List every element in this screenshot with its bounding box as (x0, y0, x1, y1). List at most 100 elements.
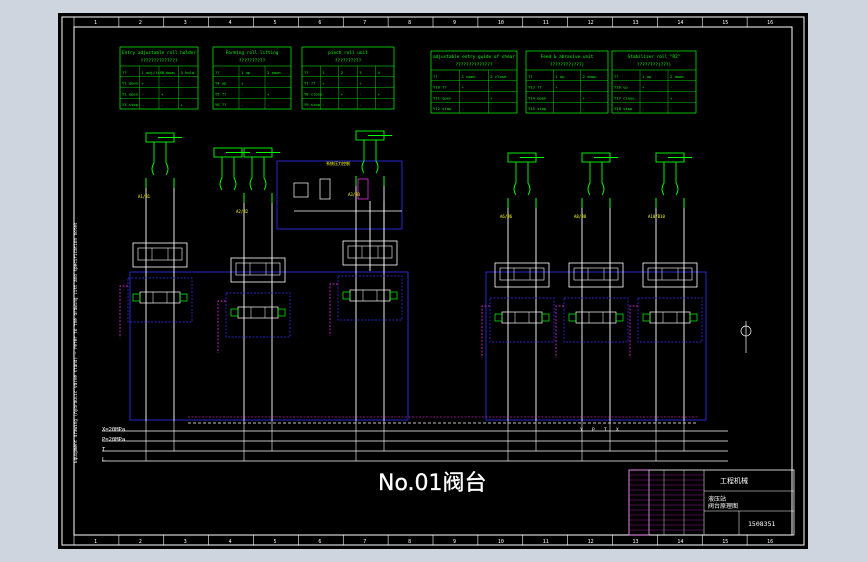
port-label: A8/B8 (574, 214, 587, 219)
north-symbol (740, 321, 752, 353)
ruler-bottom-number: 11 (543, 539, 549, 545)
pilot-box (127, 277, 193, 323)
drain-line (217, 300, 226, 353)
supply-lines: X=20MPa P=20MPa T L Y P T X (102, 416, 728, 463)
relief-valve (319, 178, 331, 200)
spec-table-cell: + (462, 85, 465, 90)
solenoid (615, 313, 624, 322)
spec-table-cell: - (490, 106, 492, 111)
spec-table-cell: Y13 ?? (528, 85, 542, 90)
valve-block (568, 262, 624, 288)
spec-table-subtitle: ?????????? (335, 58, 362, 64)
cylinder-hose (219, 157, 223, 191)
spec-table-title: pinch roll unit (328, 50, 368, 56)
spec-table-cell: 2 down (670, 74, 684, 79)
pilot-box (489, 297, 555, 343)
spec-table-cell: - (241, 91, 243, 96)
cylinder-hose (361, 140, 365, 174)
right-circuit: A8/B8 (555, 152, 629, 421)
cylinder-hose (675, 162, 679, 196)
spec-table-cell: 2 down (267, 70, 281, 75)
spec-table-cell: 2 close (490, 74, 507, 79)
valve-block (132, 242, 188, 268)
right-circuit: A6/B6 (481, 152, 555, 421)
title-block-name-1: 液压站 (708, 495, 726, 503)
spec-table-cell: + (142, 81, 145, 86)
title-block-drawing-no: 1508351 (748, 520, 775, 528)
spec-table-cell: ?? (122, 70, 127, 75)
spec-table-cell: Y7 ?? (304, 81, 315, 86)
spec-table-cell: + (670, 95, 673, 100)
spec-table-cell: - (462, 95, 464, 100)
spec-table: pinch roll unit???????????? 1 2 3 4 Y7 ?? + - + -… (301, 46, 395, 110)
cylinder-hose (661, 162, 665, 196)
spec-table-subtitle: ?????????????? (455, 62, 492, 68)
filter (293, 182, 309, 198)
spec-table-cell: 2 down (583, 74, 597, 79)
spec-table-cell: + (359, 81, 362, 86)
spec-table-cell: Y4 up (215, 81, 227, 86)
valve-spool (499, 267, 545, 281)
hydraulic-circuits: A1/B1 A2/B2 A3/B3 A6/B6 A8/B8 A10/B10 (119, 130, 703, 421)
left-valve-group-box (129, 271, 409, 421)
ruler-top-number: 12 (588, 20, 594, 26)
title-block-company: 工程机械 (720, 476, 748, 485)
spec-table-cell: - (583, 106, 585, 111)
spec-table-cell: + (583, 95, 586, 100)
spec-table-cell: ?? (614, 74, 619, 79)
spec-table-subtitle: ????????(???) (637, 62, 671, 68)
spec-table-cell: - (267, 81, 269, 86)
spec-table-cell: - (142, 102, 144, 107)
ruler-top-number: 1 (94, 20, 97, 26)
solenoid (541, 313, 550, 322)
spec-table-cell: 2 down (161, 70, 175, 75)
ruler-bottom-number: 14 (677, 539, 683, 545)
right-circuit: A10/B10 (629, 152, 703, 421)
spec-table-cell: 1 up (642, 74, 652, 79)
spec-table-title: Stabilizer roll "R2" (628, 54, 681, 60)
spec-table-cell: ?? (433, 74, 438, 79)
schematic-canvas: 1 2 3 4 5 6 7 8 9 10 11 12 13 14 15 16 1 2 3 4 5 6 7 8 9 10 11 12 1… (61, 16, 805, 546)
port-label: A6/B6 (500, 214, 513, 219)
ruler-bottom-number: 2 (139, 539, 142, 545)
port-label: A3/B3 (348, 192, 361, 197)
spec-table-cell: Y3 stop (122, 102, 139, 107)
spec-table-cell: Y1 down (122, 81, 138, 86)
ruler-bottom: 1 2 3 4 5 6 7 8 9 10 11 12 13 14 15 16 (73, 535, 773, 545)
drawing-title: No.01阀台 (378, 471, 487, 496)
valve-block (494, 262, 550, 288)
spec-table-cell: - (341, 102, 343, 107)
drawing-viewport[interactable]: 1 2 3 4 5 6 7 8 9 10 11 12 13 14 15 16 1 2 3 4 5 6 7 8 9 10 11 12 1… (58, 13, 808, 549)
spec-table-border (212, 46, 292, 110)
spec-table-cell: - (670, 106, 672, 111)
ruler-bottom-number: 13 (633, 539, 639, 545)
spec-table-border (430, 50, 518, 114)
spec-table-subtitle: ????????(???) (550, 62, 584, 68)
solenoid (568, 313, 577, 322)
spec-table: adjustable entry guide of shear?????????… (430, 50, 518, 114)
spec-table-cell: + (241, 81, 244, 86)
spec-table-cell: + (378, 91, 381, 96)
title-block-grid (629, 470, 704, 535)
spec-table-cell: - (378, 81, 380, 86)
spec-table-cell: - (359, 91, 361, 96)
drain-line (329, 283, 338, 336)
spec-table-cell: 1 (322, 70, 325, 75)
spec-table-cell: - (555, 106, 557, 111)
solenoid (277, 308, 286, 317)
spec-table-cell: - (341, 81, 343, 86)
spec-table-cell: - (378, 102, 380, 107)
cylinder-hose (375, 140, 379, 174)
supply-l-label: L (102, 457, 106, 463)
ruler-top-number: 16 (767, 20, 773, 26)
solenoid (132, 293, 141, 302)
solenoid (689, 313, 698, 322)
spec-table-cell: Y11 open (433, 95, 451, 100)
spec-table-cell: + (322, 81, 325, 86)
pilot-box (225, 292, 291, 338)
ruler-top-number: 4 (229, 20, 232, 26)
left-circuit: A2/B2 (213, 147, 291, 421)
spec-table-cell: - (642, 106, 644, 111)
spec-table-cell: Y14 open (528, 95, 546, 100)
ruler-top-number: 6 (318, 20, 321, 26)
